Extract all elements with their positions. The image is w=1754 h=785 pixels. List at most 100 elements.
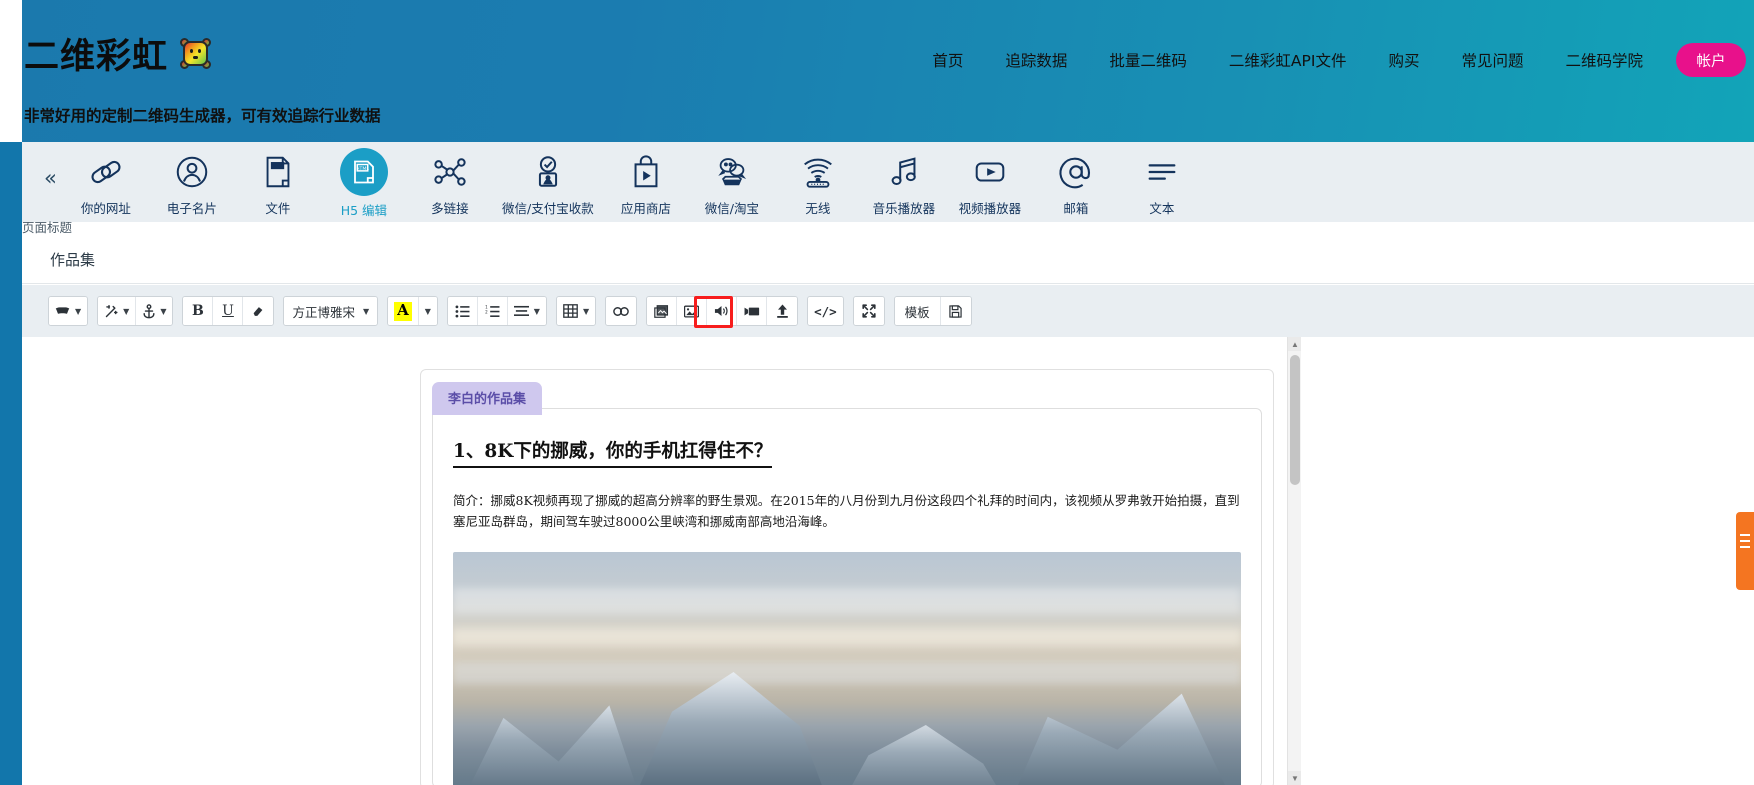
editor-canvas: 李白的作品集 1、8K下的挪威，你的手机扛得住不？ 简介：挪威8K视频再现了挪威…: [22, 337, 1754, 785]
left-blue-rail: [0, 142, 22, 785]
type-item-wifi[interactable]: 无线: [775, 142, 861, 222]
type-label: 你的网址: [80, 201, 131, 216]
document-image[interactable]: [453, 552, 1241, 785]
toolbar-group-lists: 1 2 ▼: [446, 296, 547, 326]
nav-item-purchase[interactable]: 购买: [1367, 49, 1440, 71]
anchor-icon: [142, 303, 156, 319]
nav-item-academy[interactable]: 二维码学院: [1544, 49, 1664, 71]
align-button[interactable]: ▼: [507, 297, 546, 325]
nav-item-home[interactable]: 首页: [911, 49, 984, 71]
bold-icon: B: [192, 303, 204, 319]
type-item-email[interactable]: 邮箱: [1033, 142, 1119, 222]
type-label: 视频播放器: [958, 201, 1022, 216]
toolbar-group-text-format: B U: [182, 296, 275, 326]
floppy-save-icon: [949, 304, 962, 318]
chevron-down-icon: ▼: [75, 306, 82, 316]
magic-wand-icon: [104, 304, 119, 319]
image-icon: [684, 305, 700, 318]
toolbar-group-highlight: A ▼: [387, 296, 438, 326]
type-item-multi-link[interactable]: 多链接: [407, 142, 493, 222]
upload-button[interactable]: [767, 297, 798, 325]
rainbow-bear-logo-icon: [180, 38, 212, 69]
type-item-file[interactable]: PDF 文件: [235, 142, 321, 222]
toolbar-group-link: [605, 296, 638, 326]
underline-button[interactable]: U: [213, 297, 244, 325]
chevron-down-icon: ▼: [533, 306, 540, 316]
nav-item-api-docs[interactable]: 二维彩虹API文件: [1208, 49, 1368, 71]
numbered-list-button[interactable]: 1 2: [477, 297, 508, 325]
text-lines-icon: [1141, 151, 1183, 193]
type-label: 微信/淘宝: [704, 201, 759, 216]
document-paragraph: 简介：挪威8K视频再现了挪威的超高分辨率的野生景观。在2015年的八月份到九月份…: [453, 493, 1240, 529]
brand-logo[interactable]: 二维彩虹: [24, 28, 212, 79]
anchor-button[interactable]: ▼: [136, 297, 173, 325]
collapse-left-icon[interactable]: «: [44, 168, 57, 189]
site-tagline: 非常好用的定制二维码生成器，可有效追踪行业数据: [24, 107, 381, 125]
magic-format-button[interactable]: ▼: [98, 297, 137, 325]
nav-item-faq[interactable]: 常见问题: [1440, 49, 1544, 71]
type-item-wechat-alipay-pay[interactable]: 微信/支付宝收款: [493, 142, 603, 222]
chevron-down-icon: ▼: [160, 306, 167, 316]
bold-button[interactable]: B: [183, 297, 214, 325]
type-item-text[interactable]: 文本: [1119, 142, 1205, 222]
page-title-field-wrap: [22, 236, 1754, 284]
insert-link-button[interactable]: [606, 297, 637, 325]
brand-title: 二维彩虹: [24, 37, 169, 77]
template-button[interactable]: 模板: [894, 297, 941, 325]
expand-icon: [862, 304, 876, 318]
editor-left-gutter: [22, 337, 397, 785]
type-item-your-url[interactable]: 你的网址: [63, 142, 149, 222]
link-chain-icon: [613, 306, 629, 317]
type-item-video-player[interactable]: 视频播放器: [947, 142, 1033, 222]
document-tab[interactable]: 李白的作品集: [432, 382, 543, 415]
bullet-list-button[interactable]: [447, 297, 478, 325]
toolbar-group-magic-anchor: ▼ ▼: [97, 296, 174, 326]
svg-text:PDF: PDF: [271, 163, 283, 170]
site-header: 二维彩虹 非常好用的定制二维码生成器，可有效追踪行业数据 首页 追踪数据 批量二…: [0, 0, 1754, 142]
account-button[interactable]: 帐户: [1676, 43, 1746, 77]
text-highlight-caret[interactable]: ▼: [418, 297, 437, 325]
font-family-select[interactable]: 方正博雅宋 ▼: [284, 297, 378, 325]
toolbar-group-template-save: 模板: [893, 296, 972, 326]
document-scrollbar[interactable]: ▲ ▼: [1287, 337, 1301, 785]
style-preset-button[interactable]: ▼: [49, 297, 88, 325]
code-icon: </>: [814, 303, 837, 319]
insert-audio-button[interactable]: [707, 297, 738, 325]
type-item-app-store[interactable]: 应用商店: [603, 142, 689, 222]
insert-table-button[interactable]: ▼: [556, 297, 596, 325]
source-code-button[interactable]: </>: [808, 297, 843, 325]
toolbar-group-style: ▼: [48, 296, 89, 326]
nav-item-bulk-qr[interactable]: 批量二维码: [1088, 49, 1208, 71]
qr-type-selector: « 你的网址 电子名片 PDF 文件 HTML H5 编辑 多链接 微信/支付宝…: [22, 142, 1754, 222]
gallery-icon: [654, 304, 669, 318]
type-item-h5-editor[interactable]: HTML H5 编辑: [321, 142, 407, 222]
type-item-music-player[interactable]: 音乐播放器: [861, 142, 947, 222]
page-title-input[interactable]: [22, 236, 1754, 283]
document-body[interactable]: 1、8K下的挪威，你的手机扛得住不？ 简介：挪威8K视频再现了挪威的超高分辨率的…: [432, 408, 1262, 785]
toolbar-group-table: ▼: [555, 296, 597, 326]
numbered-list-icon: 1 2: [485, 305, 500, 318]
insert-gallery-button[interactable]: [647, 297, 678, 325]
clear-format-button[interactable]: [243, 297, 274, 325]
svg-text:2: 2: [485, 309, 488, 314]
feedback-side-tab[interactable]: [1736, 512, 1754, 590]
fullscreen-button[interactable]: [853, 297, 884, 325]
nav-item-tracking-data[interactable]: 追踪数据: [984, 49, 1088, 71]
text-highlight-button[interactable]: A: [388, 297, 419, 325]
header-left-margin: [0, 0, 22, 142]
scroll-down-arrow-icon[interactable]: ▼: [1288, 771, 1301, 785]
document-card: 李白的作品集 1、8K下的挪威，你的手机扛得住不？ 简介：挪威8K视频再现了挪威…: [420, 369, 1274, 785]
type-item-wechat-taobao[interactable]: 微信/淘宝: [689, 142, 775, 222]
html5-icon: HTML: [339, 148, 388, 196]
save-button[interactable]: [940, 297, 971, 325]
insert-video-button[interactable]: [737, 297, 768, 325]
scroll-up-arrow-icon[interactable]: ▲: [1288, 337, 1301, 351]
multi-link-icon: [429, 151, 471, 193]
at-email-icon: [1055, 151, 1097, 193]
scrollbar-thumb[interactable]: [1290, 355, 1300, 485]
toolbar-group-fullscreen: [852, 296, 885, 326]
type-item-business-card[interactable]: 电子名片: [149, 142, 235, 222]
type-label: 音乐播放器: [872, 201, 936, 216]
document-scroll-pane[interactable]: 李白的作品集 1、8K下的挪威，你的手机扛得住不？ 简介：挪威8K视频再现了挪威…: [397, 337, 1301, 785]
insert-image-button[interactable]: [677, 297, 708, 325]
